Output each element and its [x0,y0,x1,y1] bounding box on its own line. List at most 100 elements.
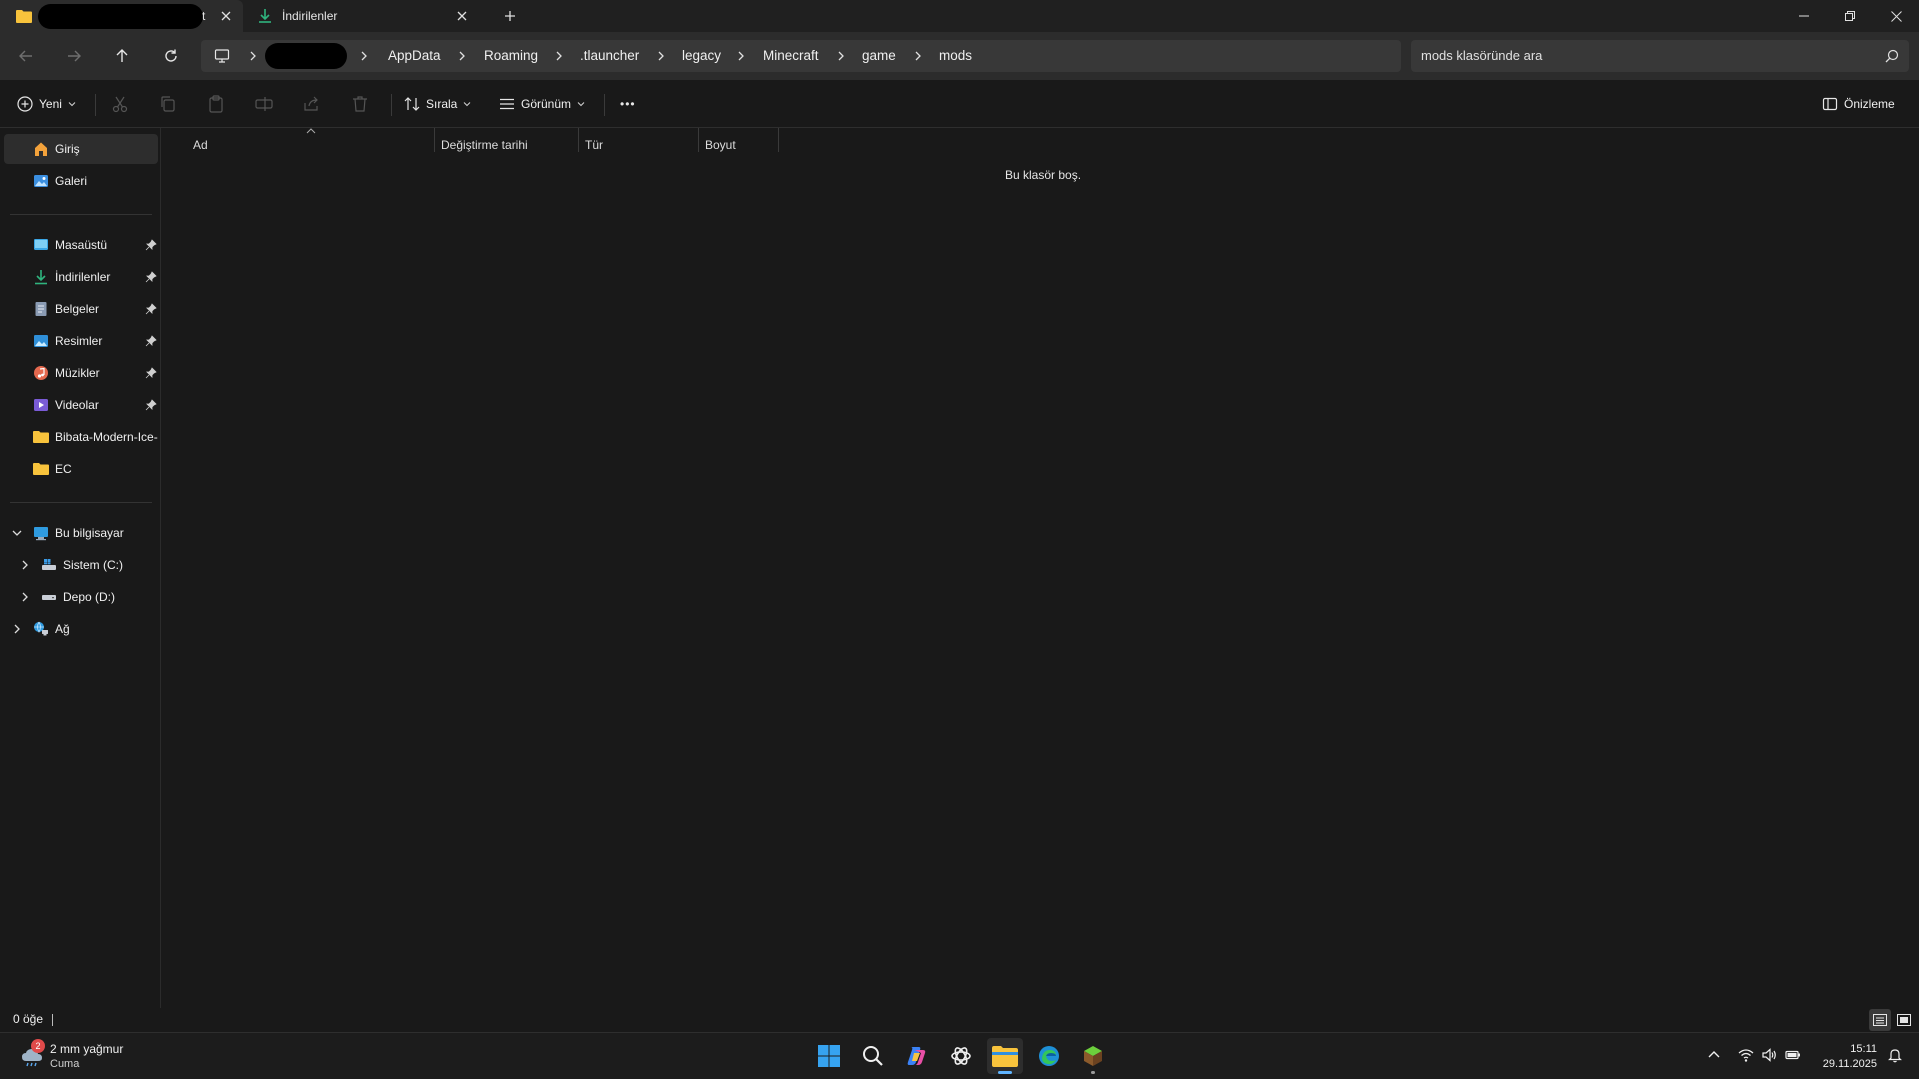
sidebar-item-storage-drive[interactable]: Depo (D:) [4,582,158,612]
refresh-button[interactable] [159,44,183,68]
clock-date[interactable]: 29.11.2025 [1810,1058,1877,1070]
chevron-down-icon[interactable] [11,527,23,539]
chatgpt-button[interactable] [943,1038,979,1074]
close-tab-icon[interactable] [218,8,234,24]
folder-icon [992,1046,1018,1067]
show-hidden-icons-icon[interactable] [1706,1047,1722,1063]
column-header-size[interactable]: Boyut [705,133,736,157]
sort-button[interactable]: Sırala [404,80,471,128]
breadcrumb-game[interactable]: game [862,40,896,72]
chevron-right-icon[interactable] [912,50,924,62]
sidebar-item-downloads[interactable]: İndirilenler [4,262,158,292]
column-divider[interactable] [578,128,579,152]
close-window-button[interactable] [1873,0,1919,32]
battery-icon[interactable] [1785,1047,1801,1063]
breadcrumb-tlauncher[interactable]: .tlauncher [580,40,639,72]
weather-widget[interactable]: 2 2 mm yağmur Cuma [16,1039,156,1075]
chevron-right-icon[interactable] [247,50,259,62]
column-header-name[interactable]: Ad [193,133,208,157]
chevron-right-icon[interactable] [655,50,667,62]
search-input[interactable]: mods klasöründe ara [1411,40,1909,72]
column-divider[interactable] [434,128,435,152]
address-bar[interactable]: AppData Roaming .tlauncher legacy Minecr… [201,40,1401,72]
sidebar-item-pictures[interactable]: Resimler [4,326,158,356]
tab-downloads[interactable]: İndirilenler [248,0,484,32]
chevron-right-icon[interactable] [358,50,370,62]
sidebar-item-network[interactable]: Ağ [4,614,158,644]
volume-icon[interactable] [1761,1047,1777,1063]
sidebar-item-gallery[interactable]: Galeri [4,166,158,196]
sidebar-item-ec-folder[interactable]: EC [4,454,158,484]
tab-label: İndirilenler [282,9,338,23]
delete-icon[interactable] [350,94,370,114]
large-icons-view-button[interactable] [1893,1009,1915,1031]
sidebar-item-label: EC [55,462,72,476]
view-button[interactable]: Görünüm [499,80,585,128]
chevron-right-icon[interactable] [456,50,468,62]
file-explorer-button[interactable] [987,1038,1023,1074]
sidebar-item-this-pc[interactable]: Bu bilgisayar [4,518,158,548]
pin-icon[interactable] [145,271,157,283]
wifi-icon[interactable] [1738,1047,1754,1063]
notifications-icon[interactable] [1887,1047,1903,1063]
sidebar-item-system-drive[interactable]: Sistem (C:) [4,550,158,580]
column-header-date-modified[interactable]: Değiştirme tarihi [441,133,528,157]
redacted-username[interactable] [265,43,347,69]
sidebar-divider [10,502,152,503]
breadcrumb-minecraft[interactable]: Minecraft [763,40,819,72]
restore-button[interactable] [1827,0,1873,32]
new-tab-button[interactable] [502,8,518,24]
details-view-button[interactable] [1869,1009,1891,1031]
chevron-right-icon[interactable] [835,50,847,62]
breadcrumb-roaming[interactable]: Roaming [484,40,538,72]
tab-current[interactable]: t [0,0,243,32]
column-header-type[interactable]: Tür [585,133,603,157]
cut-icon[interactable] [110,94,130,114]
documents-icon [35,302,47,316]
minimize-button[interactable] [1781,0,1827,32]
pin-icon[interactable] [145,399,157,411]
pin-icon[interactable] [145,303,157,315]
breadcrumb-appdata[interactable]: AppData [388,40,441,72]
minecraft-launcher-button[interactable] [1075,1038,1111,1074]
pin-icon[interactable] [145,239,157,251]
sidebar-item-label: Giriş [55,142,80,156]
copy-icon[interactable] [158,94,178,114]
paste-icon[interactable] [206,94,226,114]
chevron-right-icon[interactable] [19,591,31,603]
chevron-right-icon[interactable] [553,50,565,62]
sidebar-item-documents[interactable]: Belgeler [4,294,158,324]
chevron-right-icon[interactable] [19,559,31,571]
new-button[interactable]: Yeni [17,80,76,128]
preview-pane-button[interactable]: Önizleme [1822,80,1895,128]
pin-icon[interactable] [145,367,157,379]
column-divider[interactable] [698,128,699,152]
close-tab-icon[interactable] [454,8,470,24]
sidebar-item-home[interactable]: Giriş [4,134,158,164]
search-icon[interactable] [1885,49,1899,63]
forward-button[interactable] [62,44,86,68]
share-icon[interactable] [302,94,322,114]
computer-icon [34,527,48,541]
chevron-right-icon[interactable] [11,623,23,635]
rename-icon[interactable] [254,94,274,114]
clock-time[interactable]: 15:11 [1810,1043,1877,1055]
preview-pane-icon [1822,97,1838,111]
up-button[interactable] [110,44,134,68]
chevron-right-icon[interactable] [735,50,747,62]
breadcrumb-legacy[interactable]: legacy [682,40,721,72]
start-button[interactable] [811,1038,847,1074]
sidebar-item-desktop[interactable]: Masaüstü [4,230,158,260]
breadcrumb-mods[interactable]: mods [939,40,972,72]
edge-button[interactable] [1031,1038,1067,1074]
sidebar-item-bibata-folder[interactable]: Bibata-Modern-Ice- [4,422,158,452]
more-options-button[interactable]: ••• [620,80,636,128]
copilot-button[interactable] [899,1038,935,1074]
file-list[interactable]: Ad Değiştirme tarihi Tür Boyut Bu klasör… [162,128,1919,1008]
pin-icon[interactable] [145,335,157,347]
column-divider[interactable] [778,128,779,152]
taskbar-search-button[interactable] [855,1038,891,1074]
sidebar-item-videos[interactable]: Videolar [4,390,158,420]
sidebar-item-music[interactable]: Müzikler [4,358,158,388]
back-button[interactable] [14,44,38,68]
